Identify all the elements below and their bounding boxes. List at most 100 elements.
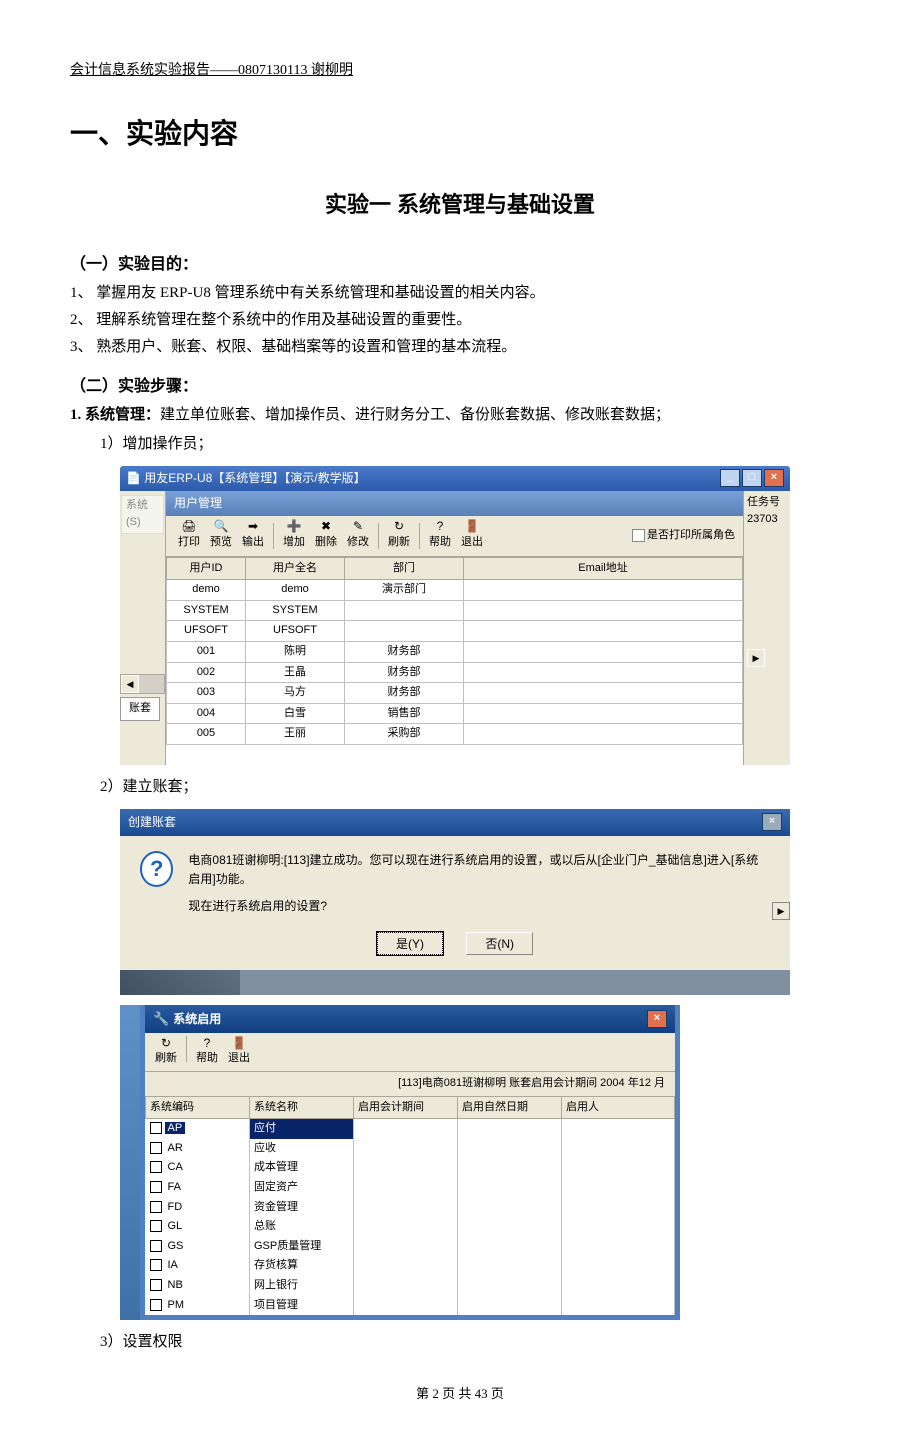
help-button[interactable]: ?帮助 [192,1036,222,1068]
table-row[interactable]: GL总账 [146,1217,675,1237]
delete-button[interactable]: ✖删除 [311,520,341,552]
col-name[interactable]: 系统名称 [250,1096,354,1119]
table-row[interactable]: 001陈明财务部 [167,641,743,662]
cell-name: 网上银行 [250,1276,354,1296]
menu-system[interactable]: 系统(S) [121,495,164,534]
table-row[interactable]: AR应收 [146,1139,675,1159]
cell: SYSTEM [167,600,246,621]
cell: UFSOFT [167,621,246,642]
table-row[interactable]: UFSOFTUFSOFT [167,621,743,642]
col-user[interactable]: 启用人 [562,1096,675,1119]
close-button[interactable]: × [764,469,784,487]
col-period[interactable]: 启用会计期间 [354,1096,458,1119]
col-date[interactable]: 启用自然日期 [458,1096,562,1119]
system-table: 系统编码 系统名称 启用会计期间 启用自然日期 启用人 AP应付AR应收CA成本… [145,1096,675,1316]
print-button[interactable]: 🖨打印 [174,520,204,552]
exit-button[interactable]: 🚪退出 [457,520,487,552]
enable-checkbox[interactable] [150,1161,162,1173]
cell-name: 存货核算 [250,1256,354,1276]
cell [458,1237,562,1257]
cell: 陈明 [246,641,345,662]
table-row[interactable]: 004白雪销售部 [167,703,743,724]
panel-title: 用户管理 [166,491,743,516]
table-row[interactable]: PM项目管理 [146,1296,675,1316]
user-table: 用户ID 用户全名 部门 Email地址 demodemo演示部门SYSTEMS… [166,557,743,745]
table-row[interactable]: FA固定资产 [146,1178,675,1198]
tab-accounts[interactable]: 账套 [120,697,160,721]
table-row[interactable]: SYSTEMSYSTEM [167,600,743,621]
table-row[interactable]: IA存货核算 [146,1256,675,1276]
col-userid[interactable]: 用户ID [167,557,246,580]
col-username[interactable]: 用户全名 [246,557,345,580]
scroll-left-button[interactable]: ◀ [121,675,139,693]
cell-name: 成本管理 [250,1158,354,1178]
refresh-button[interactable]: ↻刷新 [151,1036,181,1068]
print-icon: 🖨 [181,520,197,534]
heading-2: 实验一 系统管理与基础设置 [70,187,850,222]
output-button[interactable]: ➡输出 [238,520,268,552]
enable-checkbox[interactable] [150,1240,162,1252]
cell [458,1198,562,1218]
close-button[interactable]: × [647,1010,667,1028]
screenshot-create-account: 创建账套 × ? 电商081班谢柳明:[113]建立成功。您可以现在进行系统启用… [120,809,790,995]
preview-button[interactable]: 🔍预览 [206,520,236,552]
dialog-titlebar: 创建账套 × [120,809,790,836]
table-row[interactable]: 003马方财务部 [167,683,743,704]
cell [562,1217,675,1237]
step-1-2: 2）建立账套； [100,775,850,799]
maximize-button[interactable]: □ [742,469,762,487]
cell-code: GS [146,1237,250,1257]
cell-name: 应收 [250,1139,354,1159]
dialog-close-button[interactable]: × [762,813,782,831]
dialog-message-2: 现在进行系统启用的设置? [188,897,770,916]
enable-checkbox[interactable] [150,1122,162,1134]
cell [458,1276,562,1296]
table-row[interactable]: AP应付 [146,1119,675,1139]
table-row[interactable]: CA成本管理 [146,1158,675,1178]
refresh-button[interactable]: ↻刷新 [384,520,414,552]
table-row[interactable]: 002王晶财务部 [167,662,743,683]
enable-checkbox[interactable] [150,1220,162,1232]
help-button[interactable]: ?帮助 [425,520,455,552]
table-row[interactable]: FD资金管理 [146,1198,675,1218]
table-row[interactable]: demodemo演示部门 [167,580,743,601]
goal-item: 2、 理解系统管理在整个系统中的作用及基础设置的重要性。 [70,308,850,332]
scroll-right-button[interactable]: ▶ [772,902,790,920]
col-email[interactable]: Email地址 [464,557,743,580]
col-code[interactable]: 系统编码 [146,1096,250,1119]
col-dept[interactable]: 部门 [345,557,464,580]
cell [562,1296,675,1316]
enable-checkbox[interactable] [150,1181,162,1193]
heading-1: 一、实验内容 [70,112,850,157]
enable-checkbox[interactable] [150,1299,162,1311]
yes-button[interactable]: 是(Y) [377,932,443,955]
cell [458,1217,562,1237]
enable-checkbox[interactable] [150,1259,162,1271]
cell: 演示部门 [345,580,464,601]
cell: 王晶 [246,662,345,683]
print-role-checkbox[interactable] [632,529,645,542]
enable-checkbox[interactable] [150,1142,162,1154]
edit-button[interactable]: ✎修改 [343,520,373,552]
minimize-button[interactable]: _ [720,469,740,487]
step-1-body: 建立单位账套、增加操作员、进行财务分工、备份账套数据、修改账套数据； [160,407,670,423]
add-button[interactable]: ➕增加 [279,520,309,552]
cell [464,641,743,662]
toolbar: 🖨打印 🔍预览 ➡输出 ➕增加 ✖删除 ✎修改 ↻刷新 ?帮助 🚪退出 [166,516,743,557]
cell-code: AP [146,1119,250,1139]
task-label: 任务号 [747,494,787,512]
table-row[interactable]: 005王丽采购部 [167,724,743,745]
enable-checkbox[interactable] [150,1279,162,1291]
cell [562,1237,675,1257]
cell: 财务部 [345,641,464,662]
cell: SYSTEM [246,600,345,621]
enable-checkbox[interactable] [150,1201,162,1213]
cell: 001 [167,641,246,662]
no-button[interactable]: 否(N) [466,932,533,955]
exit-button[interactable]: 🚪退出 [224,1036,254,1068]
cell [354,1158,458,1178]
scroll-right-button[interactable]: ▶ [747,649,765,667]
table-row[interactable]: NB网上银行 [146,1276,675,1296]
cell-code: NB [146,1276,250,1296]
table-row[interactable]: GSGSP质量管理 [146,1237,675,1257]
